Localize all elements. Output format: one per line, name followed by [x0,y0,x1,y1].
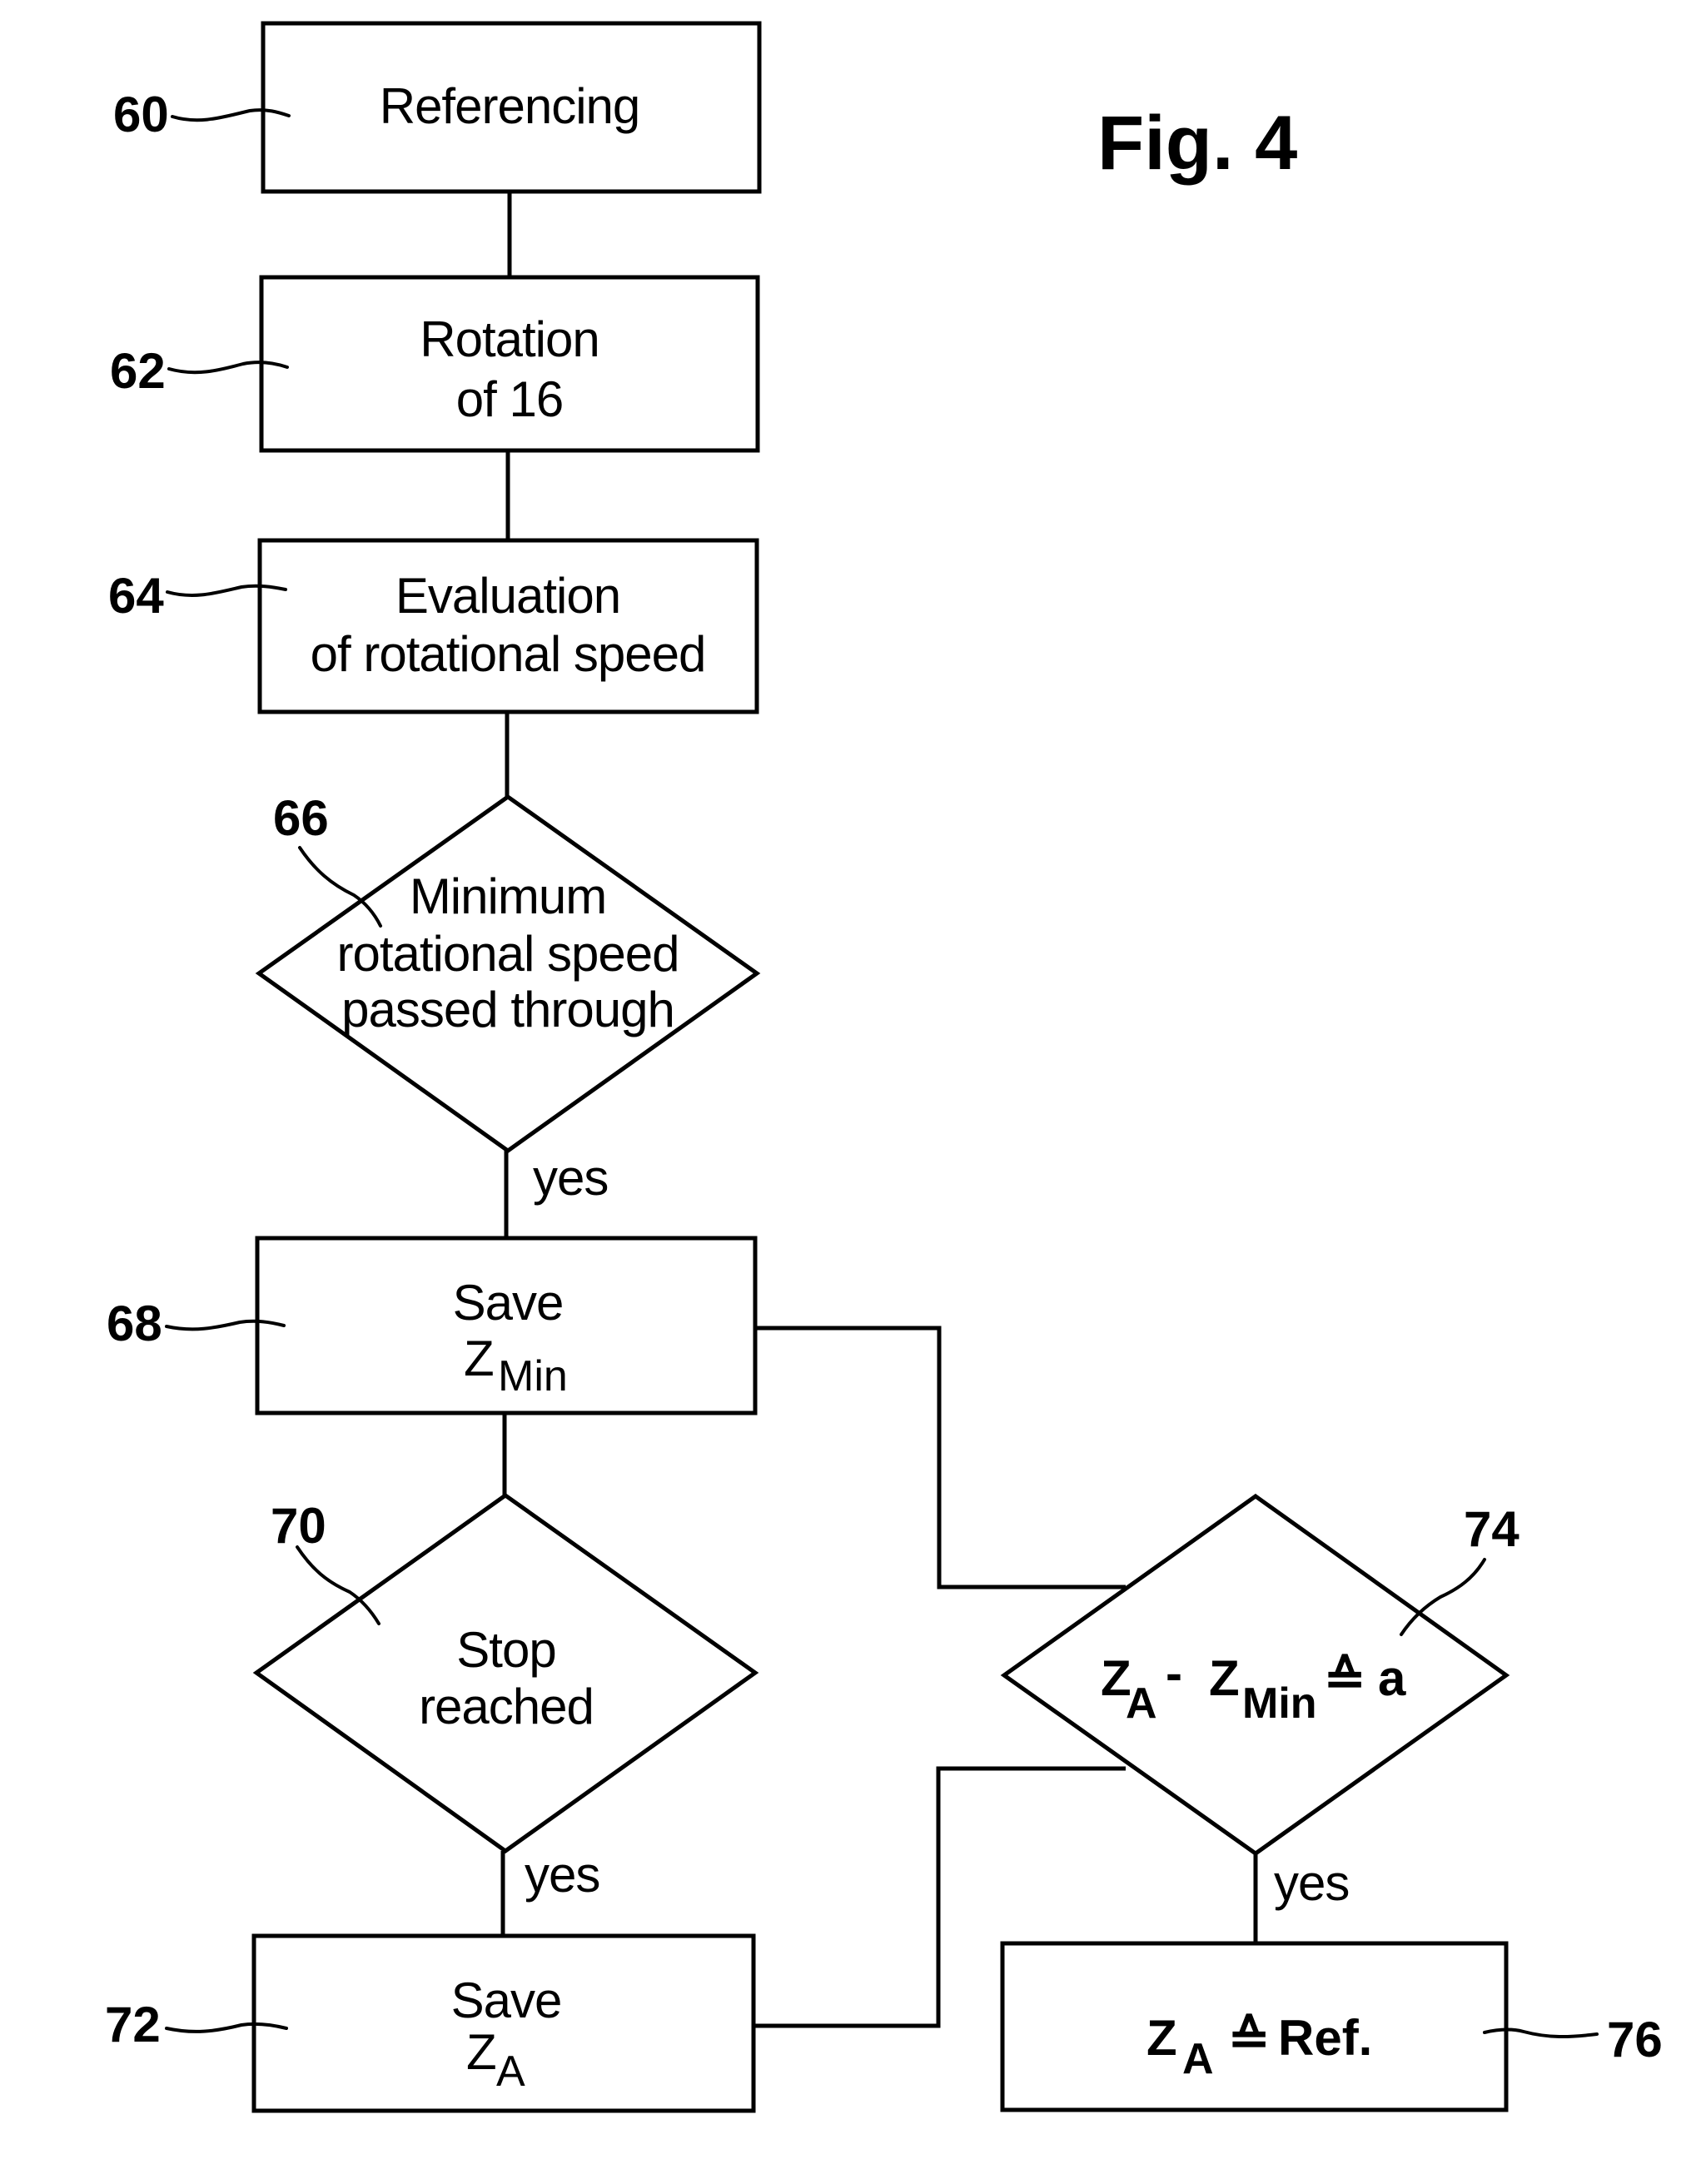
step-76-variable: Z [1146,2010,1177,2066]
connector-68-74 [755,1326,1126,1589]
step-76-reference: Z A ≙ Ref. 76 [1000,1941,1663,2112]
step-64-text-line1: Evaluation [395,568,620,624]
decision-74-corresponds-symbol: ≙ [1324,1650,1365,1706]
step-64-evaluation: Evaluation of rotational speed 64 [108,538,759,714]
step-76-rhs: Ref. [1278,2010,1372,2066]
branch-label-70-yes: yes [525,1847,599,1903]
step-72-subscript: A [496,2047,525,2096]
step-64-text-line2: of rotational speed [311,626,706,682]
decision-70-stop-reached: Stop reached 70 yes [252,1492,759,1903]
ref-label-74: 74 [1464,1501,1519,1557]
ref-label-70: 70 [271,1498,326,1554]
step-72-variable: Z [466,2024,496,2080]
decision-74-minus: - [1166,1645,1182,1701]
decision-74-sub-min: Min [1242,1679,1317,1728]
ref-label-60: 60 [113,87,169,142]
step-62-rotation: Rotation of 16 62 [110,275,760,453]
ref-label-76: 76 [1607,2012,1663,2067]
ref-label-72: 72 [105,1997,161,2052]
ref-label-62: 62 [110,343,166,399]
ref-label-64: 64 [108,568,164,624]
decision-66-text-line3: passed through [341,982,674,1037]
decision-74-difference-check: Z A - Z Min ≙ a 74 yes [1000,1493,1519,1911]
decision-74-var-zmin: Z [1209,1650,1240,1706]
step-60-text: Referencing [380,78,640,134]
step-68-text-line1: Save [453,1275,564,1331]
step-68-save-zmin: Save Z Min 68 [107,1236,758,1415]
decision-diamond-74 [1000,1493,1510,1857]
decision-74-rhs: a [1378,1650,1406,1706]
decision-70-text-line2: reached [419,1679,594,1734]
decision-74-sub-a: A [1126,1679,1157,1728]
branch-label-74-yes: yes [1274,1855,1349,1911]
decision-70-text-line1: Stop [456,1622,555,1678]
figure-title: Fig. 4 [1097,101,1297,186]
decision-66-text-line2: rotational speed [337,926,679,982]
flowchart-figure: Fig. 4 Referencing 60 Rotation of 16 62 … [105,21,1663,2113]
step-60-referencing: Referencing 60 [113,21,762,194]
step-72-text-line1: Save [451,1973,562,2028]
branch-label-66-yes: yes [533,1150,608,1206]
ref-label-66: 66 [273,790,329,846]
decision-66-text-line1: Minimum [410,868,606,924]
ref-label-68: 68 [107,1296,162,1351]
step-76-corresponds-symbol: ≙ [1228,2010,1270,2066]
step-68-variable: Z [464,1331,494,1386]
step-62-text-line2: of 16 [456,371,563,427]
decision-66-minimum-speed: Minimum rotational speed passed through … [255,790,761,1206]
step-72-save-za: Save Z A 72 [105,1933,756,2113]
step-68-subscript: Min [498,1352,568,1400]
step-76-subscript: A [1182,2035,1214,2083]
step-62-text-line1: Rotation [420,311,599,367]
